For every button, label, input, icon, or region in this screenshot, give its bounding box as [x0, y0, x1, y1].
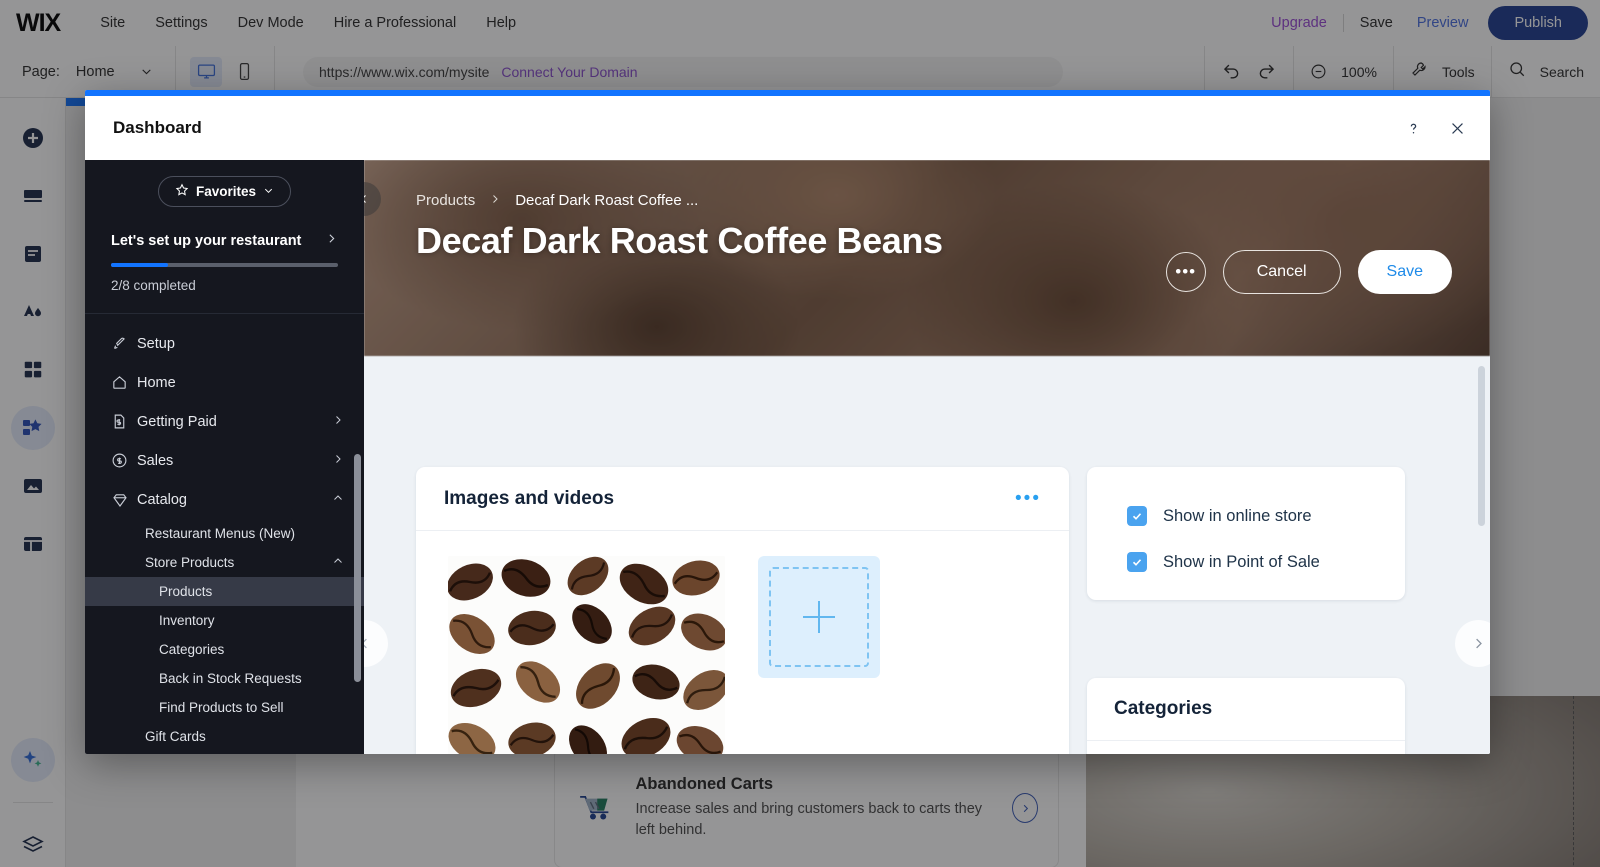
sidebar-item-find-products-to-sell[interactable]: Find Products to Sell [85, 693, 364, 722]
visibility-option-row[interactable]: Show in online store [1127, 493, 1405, 539]
sidebar-item-label: Catalog [137, 491, 187, 508]
modal-title: Dashboard [113, 118, 202, 137]
setup-progress-title: Let's set up your restaurant [111, 233, 302, 249]
images-card-header: Images and videos ••• [416, 467, 1069, 531]
product-image-thumbnail[interactable] [448, 556, 725, 754]
cancel-button[interactable]: Cancel [1222, 250, 1341, 294]
sidebar-item-gift-cards[interactable]: Gift Cards [85, 722, 364, 751]
sidebar-item-label: Home [137, 374, 176, 391]
sidebar-item-back-in-stock-requests[interactable]: Back in Stock Requests [85, 664, 364, 693]
show-in-online-store-label: Show in online store [1163, 506, 1312, 525]
images-card-title: Images and videos [444, 487, 615, 509]
categories-card: Categories All Products Bre [1087, 678, 1405, 754]
chevron-up-icon [332, 492, 344, 508]
chevron-right-icon[interactable] [325, 232, 338, 250]
setup-progress-fill [111, 263, 168, 267]
breadcrumb: Products Decaf Dark Roast Coffee ... [416, 192, 698, 209]
sidebar-item-products[interactable]: Products [85, 577, 364, 606]
sidebar-sub-label: Store Products [145, 555, 235, 570]
modal-header-actions [1402, 117, 1468, 139]
sidebar-sub-label: Categories [159, 642, 225, 657]
chevron-right-icon [489, 192, 501, 209]
sidebar-item-label: Getting Paid [137, 413, 217, 430]
visibility-card: Show in online store Show in Point of Sa… [1087, 467, 1405, 600]
media-thumbnails [416, 531, 1069, 754]
more-options-icon[interactable]: ••• [1015, 489, 1041, 508]
sidebar-scrollbar[interactable] [354, 454, 361, 682]
categories-list: All Products Brewing Equipment Coffee [1087, 741, 1405, 754]
sidebar-item-sales[interactable]: Sales [85, 441, 364, 480]
show-in-point-of-sale-label: Show in Point of Sale [1163, 552, 1320, 571]
catalog-icon [111, 491, 137, 509]
rocket-icon [111, 335, 137, 352]
coffee-beans-photo [448, 556, 725, 754]
images-and-videos-card: Images and videos ••• [416, 467, 1069, 754]
chevron-down-icon [263, 184, 274, 199]
sidebar-item-getting-paid[interactable]: Getting Paid [85, 402, 364, 441]
sidebar-item-label: Setup [137, 335, 175, 352]
setup-progress-header: Let's set up your restaurant [111, 232, 338, 250]
modal-body: Favorites Let's set up your restaurant 2… [85, 160, 1490, 754]
categories-card-header: Categories [1087, 678, 1405, 741]
more-options-button[interactable]: ••• [1165, 252, 1206, 292]
question-mark-icon[interactable] [1402, 117, 1424, 139]
sidebar-sub-label: Restaurant Menus (New) [145, 526, 296, 541]
next-product-button[interactable] [1455, 620, 1490, 667]
add-media-button[interactable] [758, 556, 880, 678]
plus-icon [803, 601, 835, 633]
dashboard-sidebar: Favorites Let's set up your restaurant 2… [85, 160, 364, 754]
favorites-label: Favorites [195, 183, 257, 199]
previous-product-button[interactable] [364, 620, 388, 667]
sidebar-sub-label: Find Products to Sell [159, 700, 284, 715]
show-in-point-of-sale-checkbox[interactable] [1127, 552, 1147, 572]
sidebar-sub-label: Inventory [159, 613, 215, 628]
sidebar-item-restaurant-menus[interactable]: Restaurant Menus (New) [85, 519, 364, 548]
sidebar-item-setup[interactable]: Setup [85, 324, 364, 363]
setup-progress-block[interactable]: Let's set up your restaurant 2/8 complet… [85, 222, 364, 314]
main-scrollbar[interactable] [1478, 366, 1485, 526]
breadcrumb-products-link[interactable]: Products [416, 192, 475, 209]
sidebar-sub-label: Gift Cards [145, 729, 206, 744]
favorites-button[interactable]: Favorites [157, 175, 292, 207]
chevron-right-icon [332, 414, 344, 430]
setup-progress-text: 2/8 completed [111, 278, 196, 293]
sidebar-item-store-products[interactable]: Store Products [85, 548, 364, 577]
visibility-option-row[interactable]: Show in Point of Sale [1127, 539, 1405, 585]
sidebar-item-home[interactable]: Home [85, 363, 364, 402]
invoice-icon [111, 413, 137, 430]
sidebar-item-categories[interactable]: Categories [85, 635, 364, 664]
save-button[interactable]: Save [1357, 250, 1452, 294]
product-header-actions: ••• Cancel Save [1165, 250, 1452, 294]
star-icon [175, 183, 189, 200]
dashboard-main: Products Decaf Dark Roast Coffee ... Dec… [364, 160, 1490, 754]
sidebar-item-label: Sales [137, 452, 174, 469]
sidebar-item-inventory[interactable]: Inventory [85, 606, 364, 635]
sidebar-item-catalog[interactable]: Catalog [85, 480, 364, 519]
dollar-icon [111, 452, 137, 469]
sidebar-nav: Setup Home Getting Paid Sales Catalog Re… [85, 314, 364, 754]
add-media-dropzone [769, 567, 869, 667]
show-in-online-store-checkbox[interactable] [1127, 506, 1147, 526]
sidebar-sub-label: Back in Stock Requests [159, 671, 302, 686]
sidebar-sub-label: Products [159, 584, 213, 599]
breadcrumb-current: Decaf Dark Roast Coffee ... [515, 192, 699, 209]
dashboard-modal: Dashboard Favorites Let's set up your re… [85, 90, 1490, 754]
page-title: Decaf Dark Roast Coffee Beans [416, 220, 943, 261]
chevron-right-icon [332, 453, 344, 469]
modal-header: Dashboard [85, 96, 1490, 160]
close-icon[interactable] [1446, 117, 1468, 139]
product-content-area: Images and videos ••• Show in online sto… [364, 356, 1490, 754]
favorites-row: Favorites [85, 160, 364, 222]
setup-progress-bar [111, 263, 338, 267]
categories-card-title: Categories [1114, 698, 1213, 719]
home-icon [111, 374, 137, 391]
